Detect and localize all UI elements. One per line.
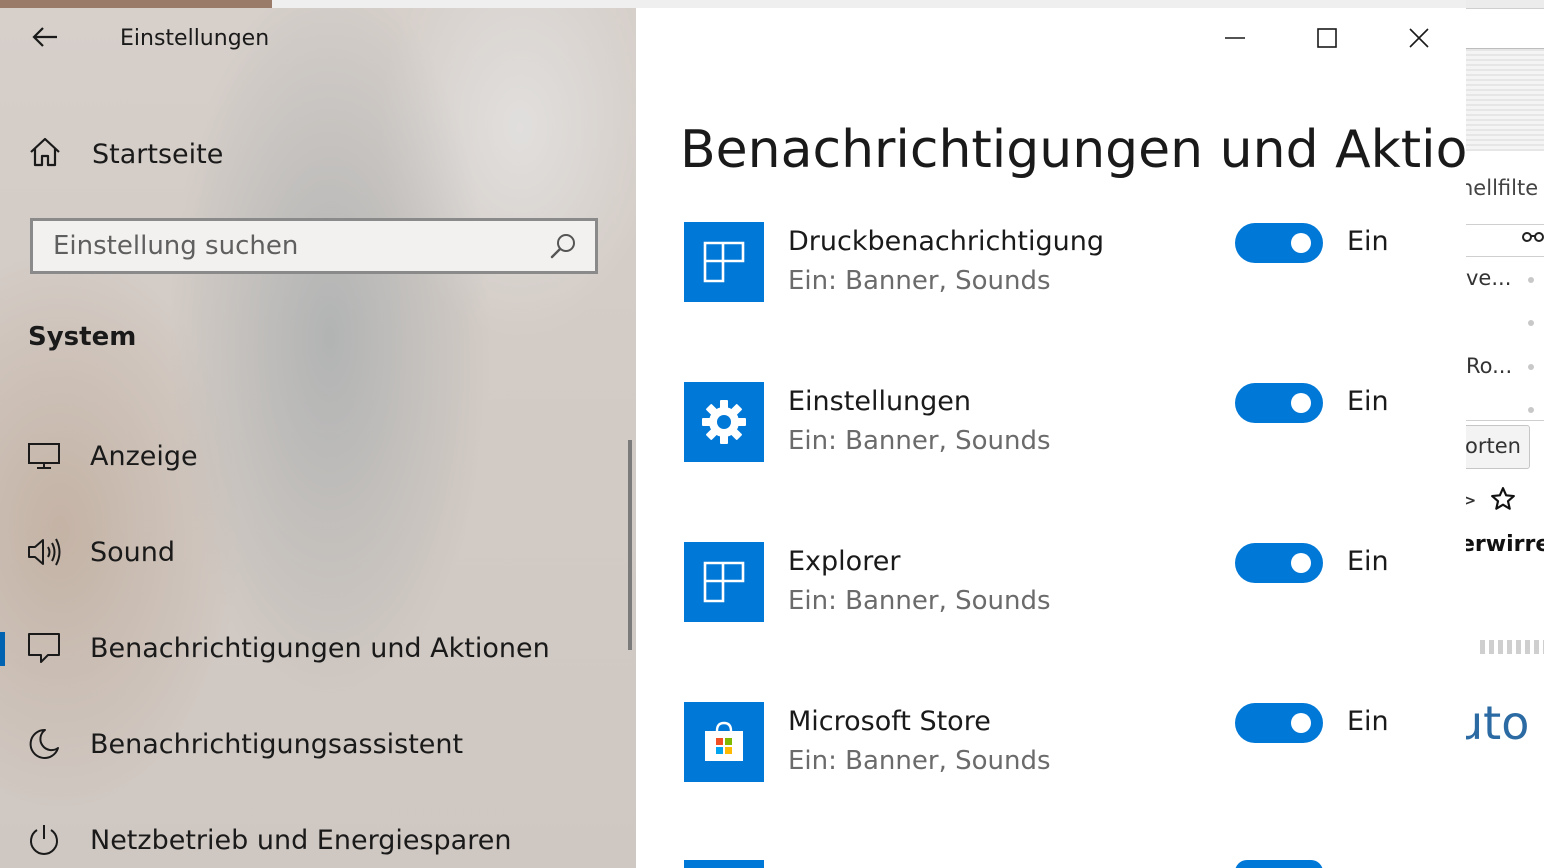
background-divider <box>1466 256 1544 257</box>
gear-icon <box>684 382 764 462</box>
notification-toggle[interactable] <box>1235 703 1323 743</box>
toggle-knob <box>1291 233 1311 253</box>
star-icon <box>1490 486 1516 516</box>
app-name: Druckbenachrichtigung <box>788 226 1104 257</box>
maximize-icon <box>1316 27 1338 53</box>
notification-toggle-partial[interactable] <box>1235 860 1323 868</box>
background-button-label: orten <box>1466 434 1521 458</box>
background-divider <box>1466 420 1544 421</box>
background-text-arrow: > <box>1466 488 1477 512</box>
content-pane: Benachrichtigungen und Aktione Druckbena… <box>636 8 1466 868</box>
background-window: nellfilte ve... Ro... orten > erwirre ut… <box>1466 0 1544 868</box>
back-button[interactable] <box>28 22 62 56</box>
power-icon <box>26 822 62 858</box>
monitor-icon <box>26 438 62 474</box>
settings-search-input[interactable] <box>33 230 543 262</box>
toggle-knob <box>1291 553 1311 573</box>
app-status: Ein: Banner, Sounds <box>788 586 1051 616</box>
app-status: Ein: Banner, Sounds <box>788 266 1051 296</box>
app-notification-row[interactable]: Explorer Ein: Banner, Sounds Ein <box>684 542 1466 622</box>
nav-item-label: Benachrichtigungen und Aktionen <box>90 632 550 664</box>
back-arrow-icon <box>31 25 59 53</box>
moon-icon <box>26 726 62 762</box>
app-name: Einstellungen <box>788 386 972 417</box>
app-status: Ein: Banner, Sounds <box>788 746 1051 776</box>
background-text-filter: nellfilte <box>1466 176 1539 200</box>
app-notification-row[interactable]: Microsoft Store Ein: Banner, Sounds Ein <box>684 702 1466 782</box>
minimize-button[interactable] <box>1189 8 1281 72</box>
background-dot <box>1528 364 1534 370</box>
app-notification-row[interactable]: Einstellungen Ein: Banner, Sounds Ein <box>684 382 1466 462</box>
settings-search-box[interactable] <box>30 218 598 274</box>
nav-item-netzbetrieb[interactable]: Netzbetrieb und Energiesparen <box>0 810 636 868</box>
nav-item-benachrichtigungsassistent[interactable]: Benachrichtigungsassistent <box>0 714 636 774</box>
background-window-toolbar <box>1466 48 1544 151</box>
home-icon <box>28 136 62 172</box>
app-status: Ein: Banner, Sounds <box>788 426 1051 456</box>
settings-window: Einstellungen Startseite System Anzeige <box>0 8 1466 868</box>
background-accent <box>0 0 272 8</box>
background-dot <box>1528 320 1534 326</box>
selection-indicator <box>0 632 5 666</box>
background-divider <box>1466 224 1544 225</box>
toggle-label: Ein <box>1347 706 1389 737</box>
background-window-topbar <box>1466 0 1544 9</box>
background-text-row2: Ro... <box>1466 354 1513 378</box>
background-dot <box>1528 277 1534 283</box>
notification-toggle[interactable] <box>1235 223 1323 263</box>
app-icon-partial <box>684 860 764 868</box>
nav-item-label: Anzeige <box>90 440 198 472</box>
store-icon <box>684 702 764 782</box>
nav-item-label: Benachrichtigungsassistent <box>90 728 464 760</box>
toggle-label: Ein <box>1347 546 1389 577</box>
background-text-bold: erwirre <box>1466 532 1544 557</box>
nav-item-label: Sound <box>90 536 176 568</box>
maximize-button[interactable] <box>1281 8 1373 72</box>
toggle-label: Ein <box>1347 386 1389 417</box>
page-title: Benachrichtigungen und Aktione <box>680 120 1466 180</box>
app-tiles-icon <box>684 222 764 302</box>
nav-item-anzeige[interactable]: Anzeige <box>0 426 636 486</box>
nav-scrollbar[interactable] <box>628 440 632 650</box>
nav-item-benachrichtigungen[interactable]: Benachrichtigungen und Aktionen <box>0 618 636 678</box>
notification-icon <box>26 630 62 666</box>
toggle-label: Ein <box>1347 226 1389 257</box>
toggle-knob <box>1291 393 1311 413</box>
app-title: Einstellungen <box>120 26 270 51</box>
background-heading: uto <box>1466 696 1530 750</box>
nav-item-label: Netzbetrieb und Energiesparen <box>90 824 512 856</box>
background-button: orten <box>1466 425 1530 469</box>
close-button[interactable] <box>1373 8 1465 72</box>
nav-home-label: Startseite <box>92 138 224 170</box>
toggle-knob <box>1291 713 1311 733</box>
app-tiles-icon <box>684 542 764 622</box>
nav-home-item[interactable]: Startseite <box>28 134 223 174</box>
notification-toggle[interactable] <box>1235 543 1323 583</box>
background-dotted-line <box>1480 640 1544 654</box>
nav-section-title: System <box>28 322 137 352</box>
speaker-icon <box>26 534 62 570</box>
background-dot <box>1528 407 1534 413</box>
navigation-pane: Einstellungen Startseite System Anzeige <box>0 8 636 868</box>
app-name: Microsoft Store <box>788 706 991 737</box>
minimize-icon <box>1224 27 1246 53</box>
glasses-icon <box>1522 228 1544 247</box>
notification-toggle[interactable] <box>1235 383 1323 423</box>
search-icon[interactable] <box>543 226 583 266</box>
app-name: Explorer <box>788 546 901 577</box>
background-taskbar-strip <box>0 0 1544 8</box>
nav-item-sound[interactable]: Sound <box>0 522 636 582</box>
close-icon <box>1408 27 1430 53</box>
background-text-row1: ve... <box>1466 266 1512 290</box>
app-notification-row[interactable]: Druckbenachrichtigung Ein: Banner, Sound… <box>684 222 1466 302</box>
